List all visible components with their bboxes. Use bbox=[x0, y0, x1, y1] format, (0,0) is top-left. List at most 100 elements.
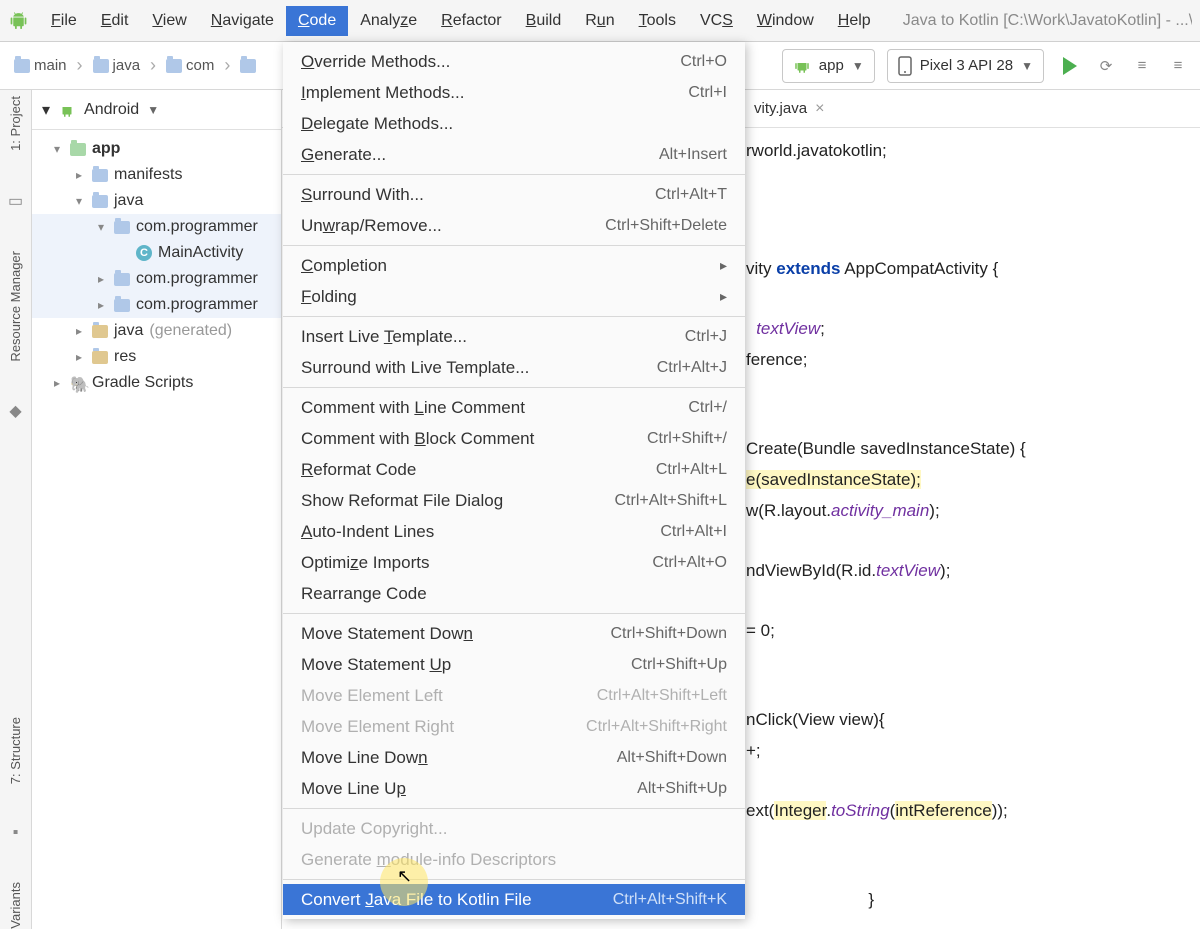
menu-auto-indent[interactable]: Auto-Indent LinesCtrl+Alt+I bbox=[283, 516, 745, 547]
crumb-main[interactable]: main bbox=[8, 55, 73, 76]
menu-delegate-methods[interactable]: Delegate Methods... bbox=[283, 108, 745, 139]
menu-window[interactable]: Window bbox=[745, 6, 826, 36]
menu-help[interactable]: Help bbox=[826, 6, 883, 36]
list-icon: ≡ bbox=[1138, 57, 1147, 74]
menu-implement-methods[interactable]: Implement Methods...Ctrl+I bbox=[283, 77, 745, 108]
tab-variants[interactable]: Variants bbox=[8, 882, 23, 929]
folder-icon bbox=[93, 59, 109, 73]
package-icon bbox=[114, 299, 130, 312]
menu-run[interactable]: Run bbox=[573, 6, 626, 36]
chevron-right-icon: ▸ bbox=[72, 350, 86, 364]
menu-surround-with[interactable]: Surround With...Ctrl+Alt+T bbox=[283, 179, 745, 210]
panel-title: Android bbox=[84, 101, 139, 119]
crumb-more[interactable] bbox=[234, 57, 262, 75]
class-icon: C bbox=[136, 245, 152, 261]
menu-navigate[interactable]: Navigate bbox=[199, 6, 286, 36]
menu-move-elem-left: Move Element LeftCtrl+Alt+Shift+Left bbox=[283, 680, 745, 711]
play-icon bbox=[1063, 57, 1077, 75]
gradle-icon: 🐘 bbox=[70, 375, 86, 391]
menu-override-methods[interactable]: Override Methods...Ctrl+O bbox=[283, 46, 745, 77]
tree-node-package[interactable]: ▾com.programmer bbox=[32, 214, 281, 240]
folder-icon bbox=[166, 59, 182, 73]
tree-node-app[interactable]: ▾app bbox=[32, 136, 281, 162]
phone-icon bbox=[898, 56, 912, 76]
tab-project[interactable]: 1: Project bbox=[8, 96, 23, 151]
tree-node-java-gen[interactable]: ▸java (generated) bbox=[32, 318, 281, 344]
menu-convert-java-to-kotlin[interactable]: Convert Java File to Kotlin FileCtrl+Alt… bbox=[283, 884, 745, 915]
menu-optimize-imports[interactable]: Optimize ImportsCtrl+Alt+O bbox=[283, 547, 745, 578]
menu-tools[interactable]: Tools bbox=[627, 6, 688, 36]
tree-node-gradle[interactable]: ▸🐘Gradle Scripts bbox=[32, 370, 281, 396]
menu-code[interactable]: Code bbox=[286, 6, 348, 36]
menu-generate-moduleinfo: Generate module-info Descriptors bbox=[283, 844, 745, 875]
run-config-label: app bbox=[819, 57, 844, 74]
tree-node-manifests[interactable]: ▸manifests bbox=[32, 162, 281, 188]
tree-node-package[interactable]: ▸com.programmer bbox=[32, 266, 281, 292]
menu-edit[interactable]: Edit bbox=[89, 6, 141, 36]
crumb-com[interactable]: com bbox=[160, 55, 220, 76]
chevron-right-icon: › bbox=[150, 55, 156, 76]
menu-move-elem-right: Move Element RightCtrl+Alt+Shift+Right bbox=[283, 711, 745, 742]
menu-generate[interactable]: Generate...Alt+Insert bbox=[283, 139, 745, 170]
menu-vcs[interactable]: VCS bbox=[688, 6, 745, 36]
folder-icon bbox=[92, 325, 108, 338]
menu-analyze[interactable]: Analyze bbox=[348, 6, 429, 36]
android-icon bbox=[793, 57, 811, 75]
chevron-right-icon: › bbox=[77, 55, 83, 76]
toolbar-button[interactable]: ≡ bbox=[1164, 52, 1192, 80]
editor-tab[interactable]: vity.java × bbox=[746, 90, 834, 127]
menu-unwrap-remove[interactable]: Unwrap/Remove...Ctrl+Shift+Delete bbox=[283, 210, 745, 241]
menu-move-stmt-up[interactable]: Move Statement UpCtrl+Shift+Up bbox=[283, 649, 745, 680]
chevron-down-icon: ▾ bbox=[50, 142, 64, 156]
menu-folding[interactable]: Folding▸ bbox=[283, 281, 745, 312]
menu-separator bbox=[283, 613, 745, 614]
package-icon bbox=[114, 273, 130, 286]
tab-structure[interactable]: 7: Structure bbox=[8, 717, 23, 784]
menu-reformat-code[interactable]: Reformat CodeCtrl+Alt+L bbox=[283, 454, 745, 485]
tab-label: vity.java bbox=[754, 100, 807, 117]
menu-comment-block[interactable]: Comment with Block CommentCtrl+Shift+/ bbox=[283, 423, 745, 454]
folder-icon bbox=[92, 169, 108, 182]
rail-icon[interactable]: ◆ bbox=[9, 401, 21, 421]
menu-file[interactable]: File bbox=[39, 6, 89, 36]
menu-completion[interactable]: Completion▸ bbox=[283, 250, 745, 281]
menu-surround-live-template[interactable]: Surround with Live Template...Ctrl+Alt+J bbox=[283, 352, 745, 383]
menu-move-line-down[interactable]: Move Line DownAlt+Shift+Down bbox=[283, 742, 745, 773]
menubar: File Edit View Navigate Code Analyze Ref… bbox=[0, 0, 1200, 42]
rail-icon[interactable]: ▪ bbox=[13, 824, 19, 842]
menu-move-line-up[interactable]: Move Line UpAlt+Shift+Up bbox=[283, 773, 745, 804]
apply-changes-button[interactable]: ⟳ bbox=[1092, 52, 1120, 80]
tree-node-mainactivity[interactable]: CMainActivity bbox=[32, 240, 281, 266]
chevron-right-icon: ▸ bbox=[720, 288, 727, 305]
menu-build[interactable]: Build bbox=[514, 6, 574, 36]
menu-move-stmt-down[interactable]: Move Statement DownCtrl+Shift+Down bbox=[283, 618, 745, 649]
menu-view[interactable]: View bbox=[140, 6, 198, 36]
chevron-right-icon: ▸ bbox=[50, 376, 64, 390]
menu-insert-live-template[interactable]: Insert Live Template...Ctrl+J bbox=[283, 321, 745, 352]
menu-separator bbox=[283, 245, 745, 246]
tab-resource-manager[interactable]: Resource Manager bbox=[8, 251, 23, 362]
device-selector[interactable]: Pixel 3 API 28 ▼ bbox=[887, 49, 1044, 83]
left-rail: 1: Project ▭ Resource Manager ◆ 7: Struc… bbox=[0, 90, 32, 929]
tree-node-java[interactable]: ▾java bbox=[32, 188, 281, 214]
project-panel-header[interactable]: ▾ Android ▼ bbox=[32, 90, 281, 130]
menu-refactor[interactable]: Refactor bbox=[429, 6, 513, 36]
run-config-selector[interactable]: app ▼ bbox=[782, 49, 875, 83]
close-icon[interactable]: × bbox=[813, 100, 826, 118]
folder-icon bbox=[14, 59, 30, 73]
device-label: Pixel 3 API 28 bbox=[920, 57, 1013, 74]
tree-node-res[interactable]: ▸res bbox=[32, 344, 281, 370]
menu-comment-line[interactable]: Comment with Line CommentCtrl+/ bbox=[283, 392, 745, 423]
tree-node-package[interactable]: ▸com.programmer bbox=[32, 292, 281, 318]
chevron-right-icon: ▸ bbox=[72, 168, 86, 182]
crumb-java[interactable]: java bbox=[87, 55, 147, 76]
rail-icon[interactable]: ▭ bbox=[8, 191, 23, 211]
menu-separator bbox=[283, 316, 745, 317]
menu-reformat-dialog[interactable]: Show Reformat File DialogCtrl+Alt+Shift+… bbox=[283, 485, 745, 516]
toolbar-button[interactable]: ≡ bbox=[1128, 52, 1156, 80]
chevron-right-icon: ▸ bbox=[94, 298, 108, 312]
run-button[interactable] bbox=[1056, 52, 1084, 80]
chevron-right-icon: ▸ bbox=[94, 272, 108, 286]
project-panel: ▾ Android ▼ ▾app ▸manifests ▾java ▾com.p… bbox=[32, 90, 282, 929]
menu-rearrange-code[interactable]: Rearrange Code bbox=[283, 578, 745, 609]
